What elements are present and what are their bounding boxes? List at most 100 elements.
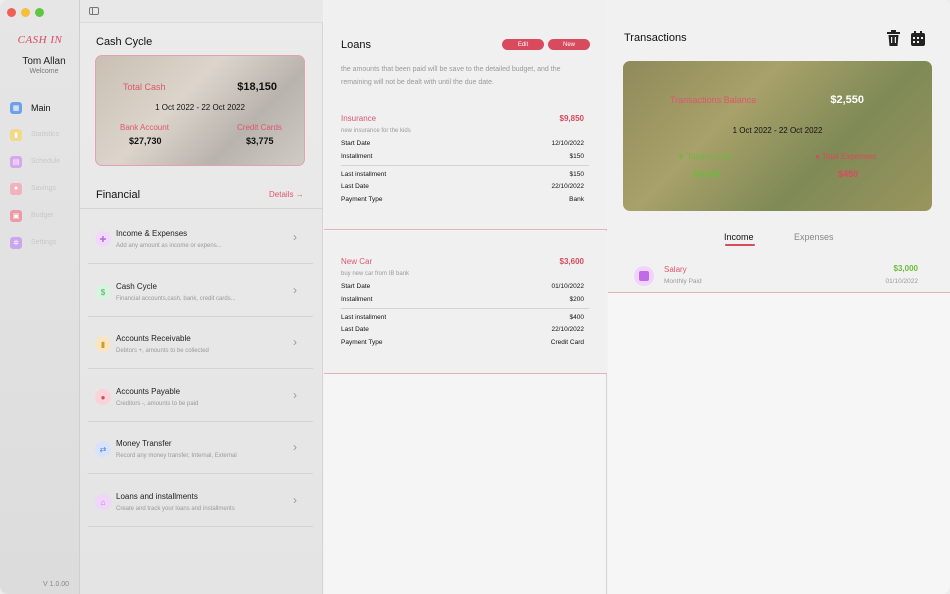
sidebar-item-schedule[interactable]: ▤ Schedule bbox=[10, 148, 60, 175]
financial-item-loans[interactable]: ⌂ Loans and installments Create and trac… bbox=[88, 475, 313, 527]
payable-icon: ● bbox=[95, 389, 111, 405]
cash-cycle-title: Cash Cycle bbox=[96, 36, 153, 48]
welcome-text: Welcome bbox=[29, 68, 59, 75]
details-link[interactable]: Details → bbox=[269, 190, 304, 199]
calendar-icon[interactable] bbox=[911, 30, 925, 46]
cash-date-range: 1 Oct 2022 - 22 Oct 2022 bbox=[155, 103, 245, 112]
total-income-row: ▼ Total Income bbox=[677, 152, 732, 161]
bank-account-value: $27,730 bbox=[129, 136, 162, 146]
transaction-subtitle: Monthly Paid bbox=[664, 278, 702, 285]
sidebar-item-label: Budget bbox=[31, 212, 54, 219]
sidebar-item-statistics[interactable]: ▮ Statistics bbox=[10, 121, 60, 148]
transaction-item[interactable]: Salary Monthly Paid $3,000 01/10/2022 bbox=[608, 258, 950, 292]
toolbar bbox=[80, 0, 323, 23]
close-button[interactable] bbox=[7, 8, 16, 17]
sidebar: CASH IN Tom Allan Welcome ▦ Main ▮ Stati… bbox=[0, 0, 80, 594]
financial-item-accounts-payable[interactable]: ● Accounts Payable Creditors -, amounts … bbox=[88, 370, 313, 422]
loan-row-last-installment: Last installment $150 bbox=[341, 171, 584, 178]
loan-row-last-date: Last Date 22/10/2022 bbox=[341, 183, 584, 190]
receivable-icon: ▮ bbox=[95, 336, 111, 352]
divider bbox=[80, 208, 323, 209]
financial-item-subtitle: Create and track your loans and installm… bbox=[116, 506, 235, 512]
financial-item-subtitle: Creditors -, amounts to be paid bbox=[116, 401, 199, 407]
tab-income[interactable]: Income bbox=[724, 232, 754, 242]
financial-item-income-expenses[interactable]: ✚ Income & Expenses Add any amount as in… bbox=[88, 212, 313, 264]
version-label: V 1.0.00 bbox=[43, 581, 70, 588]
grid-icon: ▦ bbox=[10, 101, 22, 114]
transfer-icon: ⇄ bbox=[95, 441, 111, 457]
transaction-date: 01/10/2022 bbox=[885, 278, 918, 285]
loan-note: buy new car from IB bank bbox=[341, 271, 410, 277]
financial-title: Financial bbox=[96, 189, 141, 201]
total-expenses-value: $450 bbox=[838, 169, 859, 179]
row-value: 12/10/2022 bbox=[551, 140, 584, 147]
cash-cycle-card[interactable]: Total Cash $18,150 1 Oct 2022 - 22 Oct 2… bbox=[95, 55, 305, 166]
financial-item-title: Accounts Payable bbox=[116, 387, 181, 396]
sidebar-item-label: Schedule bbox=[31, 158, 61, 165]
new-button[interactable]: New bbox=[548, 39, 590, 50]
row-key: Start Date bbox=[341, 283, 371, 290]
financial-item-subtitle: Debtors +, amounts to be collected bbox=[116, 348, 209, 354]
piggy-icon: ● bbox=[10, 182, 22, 195]
minimize-button[interactable] bbox=[21, 8, 30, 17]
tab-expenses[interactable]: Expenses bbox=[794, 232, 834, 242]
loan-row-payment-type: Payment Type Bank bbox=[341, 196, 584, 203]
divider bbox=[341, 308, 589, 309]
financial-item-title: Loans and installments bbox=[116, 492, 198, 501]
loan-row-start-date: Start Date 12/10/2022 bbox=[341, 140, 584, 147]
sidebar-item-savings[interactable]: ● Savings bbox=[10, 175, 60, 202]
calendar-icon: ▤ bbox=[10, 155, 22, 168]
income-icon: ✚ bbox=[95, 231, 111, 247]
divider bbox=[341, 165, 589, 166]
financial-item-title: Cash Cycle bbox=[116, 282, 157, 291]
sidebar-nav: ▦ Main ▮ Statistics ▤ Schedule ● Savings… bbox=[10, 94, 60, 256]
total-expenses-label: Total Expenses bbox=[821, 152, 877, 161]
sidebar-item-settings[interactable]: ✲ Settings bbox=[10, 229, 60, 256]
loan-row-payment-type: Payment Type Credit Card bbox=[341, 339, 584, 346]
loan-row-last-installment: Last installment $400 bbox=[341, 314, 584, 321]
sidebar-item-main[interactable]: ▦ Main bbox=[10, 94, 60, 121]
chevron-right-icon: › bbox=[293, 335, 297, 349]
financial-item-money-transfer[interactable]: ⇄ Money Transfer Record any money transf… bbox=[88, 422, 313, 474]
arrow-right-icon: → bbox=[295, 190, 304, 199]
trash-icon[interactable] bbox=[886, 30, 900, 46]
zoom-button[interactable] bbox=[35, 8, 44, 17]
row-key: Payment Type bbox=[341, 339, 383, 346]
total-expenses-row: ● Total Expenses bbox=[815, 152, 876, 161]
sidebar-item-budget[interactable]: ▣ Budget bbox=[10, 202, 60, 229]
sidebar-item-label: Main bbox=[31, 102, 51, 113]
transactions-balance-card[interactable]: Transactions Balance $2,550 1 Oct 2022 -… bbox=[623, 61, 932, 211]
loan-row-start-date: Start Date 01/10/2022 bbox=[341, 283, 584, 290]
row-value: Credit Card bbox=[550, 339, 584, 346]
loan-name: New Car bbox=[341, 257, 373, 266]
financial-item-cash-cycle[interactable]: $ Cash Cycle Financial accounts,cash, ba… bbox=[88, 265, 313, 317]
loan-amount: $9,850 bbox=[559, 114, 584, 123]
row-key: Last installment bbox=[341, 171, 387, 178]
total-income-label: Total Income bbox=[687, 152, 733, 161]
user-name: Tom Allan bbox=[22, 56, 66, 67]
loan-row-installment: Installment $150 bbox=[341, 153, 584, 160]
row-key: Last Date bbox=[341, 183, 369, 190]
credit-cards-value: $3,775 bbox=[246, 136, 274, 146]
chevron-right-icon: › bbox=[293, 493, 297, 507]
transaction-amount: $3,000 bbox=[893, 264, 918, 273]
financial-item-subtitle: Add any amount as income or expens... bbox=[116, 243, 222, 249]
row-key: Payment Type bbox=[341, 196, 383, 203]
loans-title: Loans bbox=[341, 39, 371, 51]
income-up-icon: ▼ bbox=[677, 152, 685, 161]
bank-account-label: Bank Account bbox=[120, 123, 169, 132]
loan-row-installment: Installment $200 bbox=[341, 296, 584, 303]
sidebar-toggle-icon[interactable] bbox=[89, 7, 99, 15]
balance-label: Transactions Balance bbox=[670, 95, 757, 105]
details-label: Details bbox=[269, 190, 294, 199]
financial-item-accounts-receivable[interactable]: ▮ Accounts Receivable Debtors +, amounts… bbox=[88, 317, 313, 369]
financial-item-title: Accounts Receivable bbox=[116, 334, 191, 343]
total-cash-value: $18,150 bbox=[237, 81, 277, 93]
row-value: 22/10/2022 bbox=[551, 326, 584, 333]
row-value: $400 bbox=[569, 314, 584, 321]
chevron-right-icon: › bbox=[293, 230, 297, 244]
edit-button[interactable]: Edit bbox=[502, 39, 544, 50]
chart-icon: ▮ bbox=[10, 128, 22, 141]
cash-icon: $ bbox=[95, 284, 111, 300]
wallet-icon: ▣ bbox=[10, 209, 22, 222]
